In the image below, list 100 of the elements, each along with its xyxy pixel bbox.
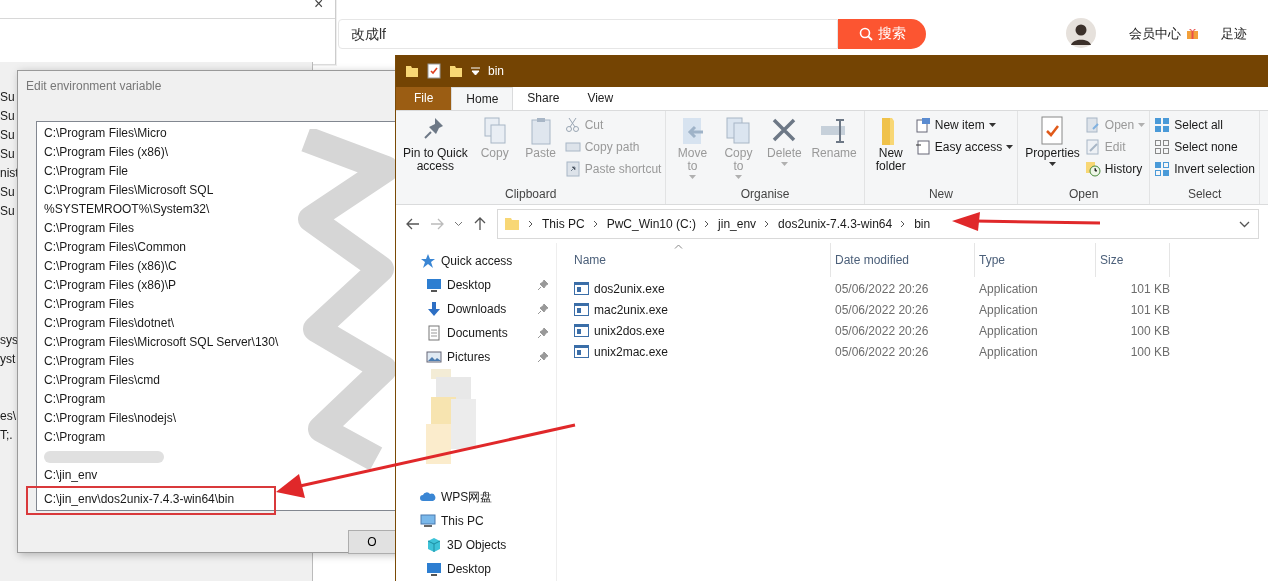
ribbon-button[interactable]: History: [1084, 161, 1146, 177]
group-label: New: [927, 187, 954, 203]
text-fragment: sys: [0, 332, 18, 349]
breadcrumb[interactable]: dos2unix-7.4.3-win64: [778, 217, 893, 231]
breadcrumb[interactable]: This PC: [542, 217, 585, 231]
breadcrumb[interactable]: jin_env: [718, 217, 757, 231]
folder-icon[interactable]: [449, 64, 463, 78]
column-header[interactable]: Type: [975, 243, 1096, 277]
path-entry[interactable]: C:\Program: [37, 428, 108, 447]
ribbon-tab[interactable]: View: [573, 87, 628, 110]
nav-item[interactable]: This PC: [396, 509, 556, 533]
ribbon-button[interactable]: New item: [914, 117, 1014, 133]
easy-access-icon: [915, 140, 930, 155]
nav-item[interactable]: Pictures: [396, 345, 556, 369]
ribbon-button[interactable]: Invert selection: [1154, 161, 1255, 177]
nav-item[interactable]: Quick access: [396, 249, 556, 273]
search-field[interactable]: 改成lf: [338, 19, 838, 49]
member-center-link[interactable]: 会员中心: [1129, 25, 1181, 43]
monitor-icon: [427, 563, 441, 576]
open-icon: [1086, 117, 1099, 133]
chevron-right-icon: [764, 220, 771, 228]
path-entry[interactable]: C:\Program Files: [37, 352, 137, 371]
path-entry[interactable]: C:\Program File: [37, 162, 131, 181]
ribbon-button[interactable]: Easy access: [914, 139, 1014, 155]
copy-icon: [484, 117, 506, 144]
path-entry[interactable]: C:\Program Files\Microsoft SQL: [37, 181, 216, 200]
text-fragment: Su: [0, 108, 16, 125]
caret-icon: [734, 175, 742, 179]
ribbon-button[interactable]: Pin to Quick access: [400, 115, 471, 187]
application-icon: [574, 324, 589, 337]
ribbon-button[interactable]: New folder: [868, 115, 913, 187]
table-cell-text: 05/06/2022 20:26: [834, 281, 930, 296]
gift-icon: [1186, 27, 1199, 40]
up-icon[interactable]: [473, 217, 487, 231]
path-entry[interactable]: C:\Program Files\Microsoft SQL Server\130\: [37, 333, 281, 352]
path-entry[interactable]: C:\Program Files\Micro: [37, 124, 169, 143]
document-icon: [428, 325, 440, 341]
text-fragment: Su: [0, 127, 16, 144]
path-entry[interactable]: C:\Program Files\nodejs\: [37, 409, 179, 428]
path-entry[interactable]: C:\jin_env: [37, 466, 100, 485]
back-icon[interactable]: [406, 217, 420, 231]
address-bar[interactable]: This PC PwC_Win10 (C:) jin_env dos2unix-7.4.3-win64 bin: [497, 209, 1259, 239]
close-icon[interactable]: ×: [314, 0, 324, 13]
ribbon-button[interactable]: Select all: [1154, 117, 1255, 133]
nav-item[interactable]: Desktop: [396, 557, 556, 581]
ribbon-tab[interactable]: File: [396, 87, 452, 110]
chevron-down-icon[interactable]: [454, 221, 463, 227]
column-header[interactable]: Date modified: [831, 243, 975, 277]
path-entry[interactable]: C:\Program Files\cmd: [37, 371, 163, 390]
path-entry[interactable]: C:\Program Files (x86)\: [37, 143, 171, 162]
group-label: Select: [1186, 187, 1223, 203]
path-entry[interactable]: C:\Program Files: [37, 295, 137, 314]
table-cell-text: 05/06/2022 20:26: [834, 323, 930, 338]
folder-icon: [504, 217, 520, 231]
delete-icon: [772, 118, 797, 142]
cube-icon: [427, 538, 441, 553]
text-fragment: Su: [0, 203, 16, 220]
file-row[interactable]: mac2unix.exe 05/06/2022 20:26 Application 101 KB: [570, 299, 1268, 320]
footprint-link[interactable]: 足迹: [1221, 25, 1247, 43]
file-name: unix2mac.exe: [594, 344, 669, 359]
nav-item[interactable]: Downloads: [396, 297, 556, 321]
nav-item[interactable]: 3D Objects: [396, 533, 556, 557]
application-icon: [574, 345, 589, 358]
path-entry[interactable]: C:\Program Files (x86)\P: [37, 276, 179, 295]
pin-icon: [424, 118, 444, 139]
group-label: Clipboard: [504, 187, 558, 203]
file-row[interactable]: unix2mac.exe 05/06/2022 20:26 Application 100 KB: [570, 341, 1268, 362]
ribbon-button[interactable]: Properties: [1022, 115, 1083, 187]
column-header[interactable]: Size: [1096, 243, 1170, 277]
file-row[interactable]: unix2dos.exe 05/06/2022 20:26 Application 100 KB: [570, 320, 1268, 341]
caret-icon[interactable]: [471, 67, 480, 75]
nav-item[interactable]: WPS网盘: [396, 485, 556, 509]
folder-icon[interactable]: [405, 64, 419, 78]
breadcrumb[interactable]: PwC_Win10 (C:): [606, 217, 697, 231]
table-cell-text: Application: [978, 281, 1039, 296]
path-entry[interactable]: C:\Program: [37, 390, 108, 409]
ok-button[interactable]: O: [348, 530, 395, 554]
breadcrumb[interactable]: bin: [914, 217, 931, 231]
path-entry[interactable]: C:\Program Files\Common: [37, 238, 189, 257]
text-fragment: Su: [0, 184, 16, 201]
avatar[interactable]: [1066, 18, 1096, 48]
edit-icon: [1086, 139, 1099, 155]
path-entry[interactable]: C:\Program Files: [37, 219, 137, 238]
ribbon-tab[interactable]: Home: [451, 87, 514, 110]
path-entry[interactable]: C:\Program Files (x86)\C: [37, 257, 179, 276]
nav-item[interactable]: Documents: [396, 321, 556, 345]
path-entry[interactable]: %SYSTEMROOT%\System32\: [37, 200, 212, 219]
ribbon-button[interactable]: Select none: [1154, 139, 1255, 155]
chevron-down-icon[interactable]: [1239, 220, 1250, 228]
file-row[interactable]: dos2unix.exe 05/06/2022 20:26 Application 101 KB: [570, 278, 1268, 299]
clipboard-icon: [531, 118, 551, 145]
properties-icon[interactable]: [427, 63, 441, 79]
window-title: bin: [488, 64, 504, 78]
column-header[interactable]: Name: [570, 243, 831, 277]
chevron-right-icon: [592, 220, 599, 228]
application-icon: [574, 282, 589, 295]
ribbon-tab[interactable]: Share: [513, 87, 574, 110]
path-entry[interactable]: C:\Program Files\dotnet\: [37, 314, 177, 333]
group-label: Organise: [739, 187, 791, 203]
nav-item[interactable]: Desktop: [396, 273, 556, 297]
